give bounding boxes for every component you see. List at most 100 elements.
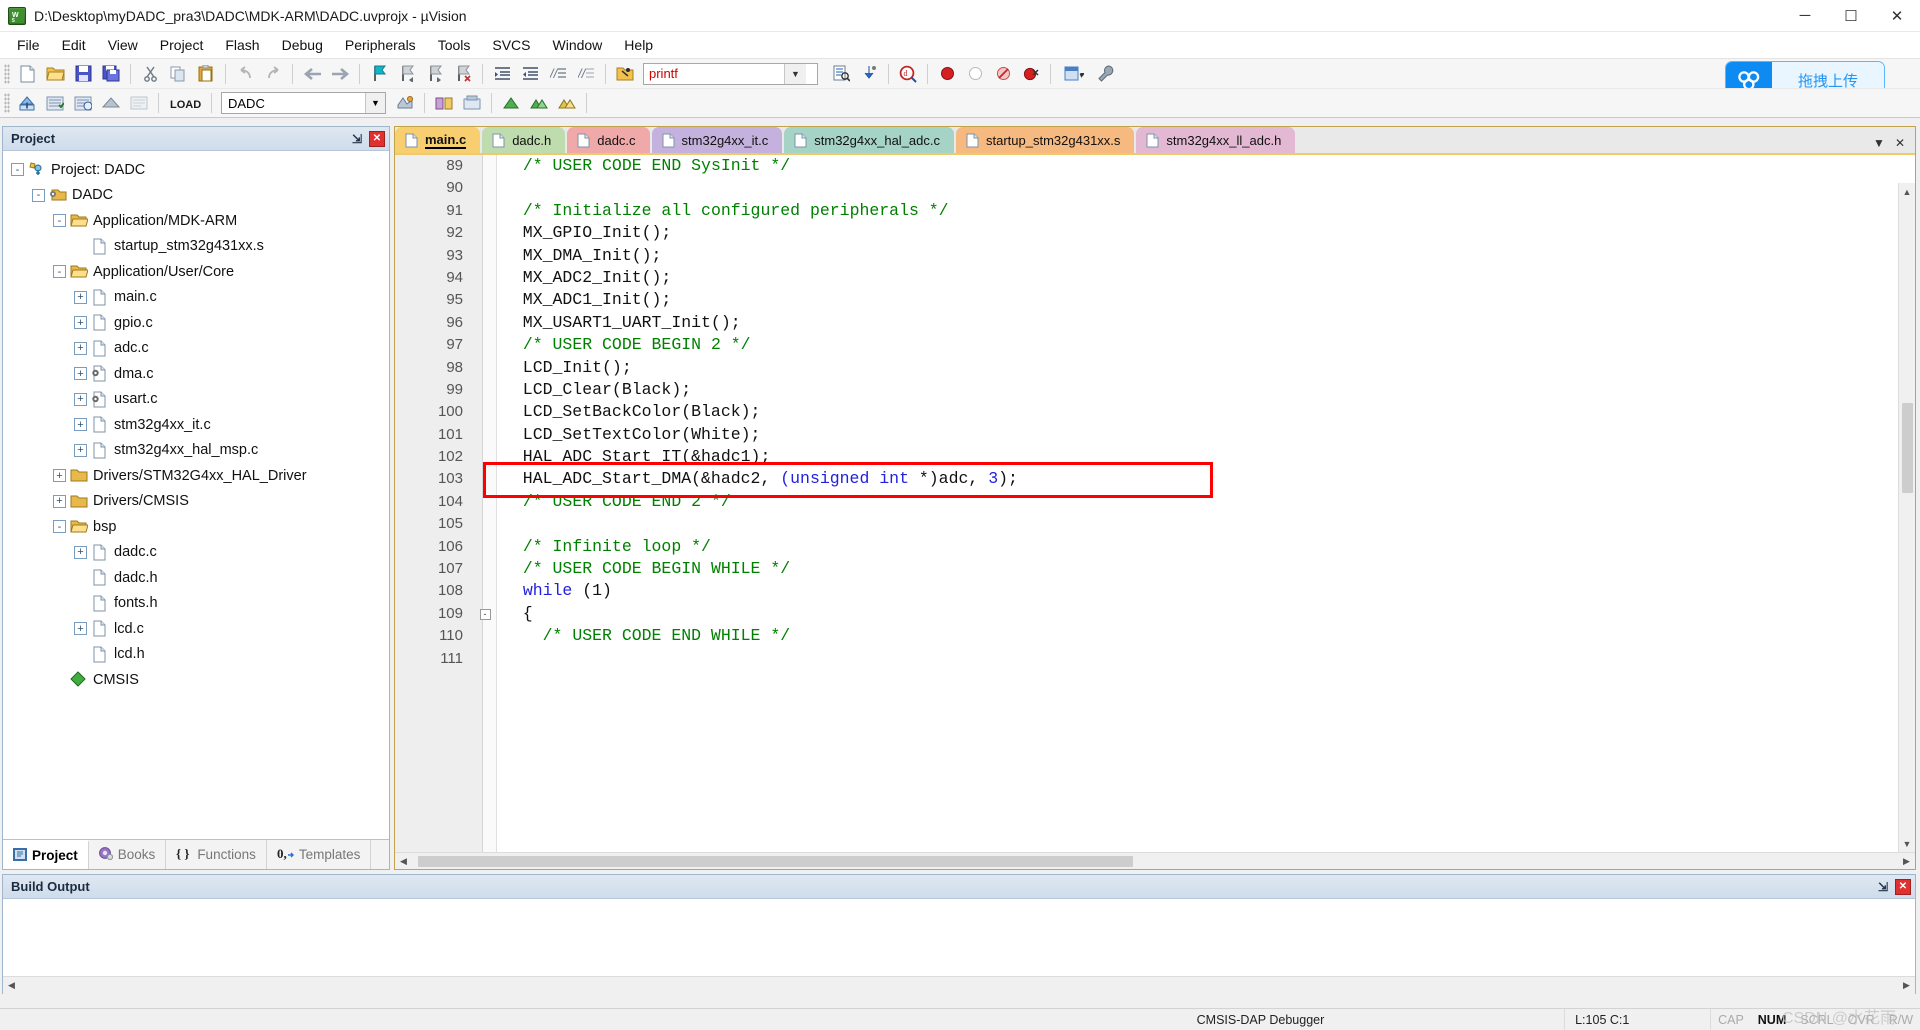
build-icon[interactable] [42,91,68,115]
debug-search-icon[interactable]: d [895,62,921,86]
editor-hscrollbar[interactable]: ◀ ▶ [395,852,1915,869]
code-line[interactable]: 98 LCD_Init(); [395,357,1915,379]
code-line[interactable]: 96 MX_USART1_UART_Init(); [395,312,1915,334]
target-dropdown-arrow[interactable]: ▼ [365,93,385,113]
add-group-icon[interactable] [498,91,524,115]
add-files-icon[interactable] [526,91,552,115]
expand-toggle-icon[interactable]: + [74,392,87,406]
comment-lines-icon[interactable]: // [545,62,571,86]
code-line[interactable]: 93 MX_DMA_Init(); [395,245,1915,267]
expand-toggle-icon[interactable]: + [74,341,87,355]
tree-item-project-dadc[interactable]: - Project: DADC [11,157,389,183]
batch-build-icon[interactable] [98,91,124,115]
expand-toggle-icon[interactable]: + [74,443,87,457]
cut-icon[interactable] [137,62,163,86]
pack-installer-icon[interactable] [459,91,485,115]
editor-tab-startup-stm32g431xx-s[interactable]: startup_stm32g431xx.s [956,127,1135,153]
menu-svcs[interactable]: SVCS [481,34,541,56]
tree-item-application-user-core[interactable]: - Application/User/Core [11,259,389,285]
indent-right-icon[interactable] [489,62,515,86]
menu-edit[interactable]: Edit [51,34,97,56]
tree-item-lcd-h[interactable]: lcd.h [11,642,389,668]
project-tree[interactable]: - Project: DADC - DADC - Application/MDK-ARM s… [3,151,389,839]
code-area[interactable]: 89 /* USER CODE END SysInit */ 90 91 /* In… [395,155,1915,869]
vscroll-down-arrow[interactable]: ▼ [1899,835,1915,852]
save-all-icon[interactable] [98,62,124,86]
tree-item-lcd-c[interactable]: + lcd.c [11,616,389,642]
build-scroll-right-arrow[interactable]: ▶ [1898,976,1915,994]
stop-build-icon[interactable] [126,91,152,115]
pin-icon[interactable]: ⇲ [349,131,365,147]
expand-toggle-icon[interactable]: + [74,545,87,559]
menu-help[interactable]: Help [613,34,664,56]
configure-icon[interactable] [1093,62,1119,86]
editor-tab-main-c[interactable]: main.c [395,127,481,153]
code-line[interactable]: 89 /* USER CODE END SysInit */ [395,155,1915,177]
find-combo[interactable]: ▼ [643,62,818,85]
code-line[interactable]: 104 /* USER CODE END 2 */ [395,491,1915,513]
code-lines[interactable]: 89 /* USER CODE END SysInit */ 90 91 /* In… [395,155,1915,852]
bookmark-next-icon[interactable] [422,62,448,86]
tree-item-adc-c[interactable]: + adc.c [11,336,389,362]
breakpoint-disable-icon[interactable] [962,62,988,86]
insert-snippet-icon[interactable] [856,62,882,86]
breakpoint-disable-all-icon[interactable] [990,62,1016,86]
tree-item-cmsis[interactable]: CMSIS [11,667,389,693]
expand-toggle-icon[interactable]: + [74,367,87,381]
tree-item-startup-stm32g431xx-s[interactable]: startup_stm32g431xx.s [11,234,389,260]
download-load-icon[interactable]: LOAD [165,91,205,115]
bookmark-clear-icon[interactable] [450,62,476,86]
menu-tools[interactable]: Tools [427,34,482,56]
find-dropdown-arrow[interactable]: ▼ [784,63,806,84]
hscroll-thumb[interactable] [418,855,1133,867]
tree-item-main-c[interactable]: + main.c [11,285,389,311]
tree-item-stm32g4xx-it-c[interactable]: + stm32g4xx_it.c [11,412,389,438]
code-line[interactable]: 90 [395,177,1915,199]
copy-icon[interactable] [165,62,191,86]
maximize-button[interactable]: ☐ [1828,0,1874,32]
build-hscrollbar[interactable]: ◀ ▶ [3,976,1915,994]
code-line[interactable]: 107 /* USER CODE BEGIN WHILE */ [395,558,1915,580]
expand-toggle-icon[interactable]: + [74,316,87,330]
code-line[interactable]: 92 MX_GPIO_Init(); [395,222,1915,244]
build-scroll-track[interactable] [20,976,1898,994]
indent-left-icon[interactable] [517,62,543,86]
close-button[interactable]: ✕ [1874,0,1920,32]
code-line[interactable]: 110 /* USER CODE END WHILE */ [395,625,1915,647]
find-in-files-icon[interactable] [612,62,638,86]
manage-components-icon[interactable] [554,91,580,115]
rebuild-icon[interactable] [70,91,96,115]
code-line[interactable]: 94 MX_ADC2_Init(); [395,267,1915,289]
minimize-button[interactable]: ─ [1782,0,1828,32]
toolbar-grip-2[interactable] [4,93,10,113]
expand-toggle-icon[interactable]: + [74,290,87,304]
navigate-back-icon[interactable] [299,62,325,86]
target-selector[interactable]: DADC ▼ [221,92,386,114]
menu-view[interactable]: View [97,34,149,56]
find-next-icon[interactable] [828,62,854,86]
menu-peripherals[interactable]: Peripherals [334,34,427,56]
bookmark-toggle-icon[interactable] [366,62,392,86]
code-line[interactable]: 102 HAL_ADC_Start_IT(&hadc1); [395,446,1915,468]
editor-tab-stm32g4xx-it-c[interactable]: stm32g4xx_it.c [651,127,783,153]
tab-functions[interactable]: { } Functions [166,840,267,869]
collapse-toggle-icon[interactable]: - [53,520,66,534]
build-close-icon[interactable]: ✕ [1895,878,1911,895]
collapse-toggle-icon[interactable]: - [53,265,66,279]
paste-icon[interactable] [193,62,219,86]
tab-books[interactable]: Books [89,840,167,869]
navigate-forward-icon[interactable] [327,62,353,86]
code-fold-toggle[interactable]: - [473,608,497,620]
expand-toggle-icon[interactable]: + [74,622,87,636]
tree-item-stm32g4xx-hal-msp-c[interactable]: + stm32g4xx_hal_msp.c [11,438,389,464]
editor-tab-dadc-h[interactable]: dadc.h [482,127,566,153]
build-scroll-left-arrow[interactable]: ◀ [3,976,20,994]
collapse-toggle-icon[interactable]: - [53,214,66,228]
code-line[interactable]: 105 [395,513,1915,535]
code-line[interactable]: 101 LCD_SetTextColor(White); [395,424,1915,446]
hscroll-right-arrow[interactable]: ▶ [1898,852,1915,869]
tree-item-application-mdk-arm[interactable]: - Application/MDK-ARM [11,208,389,234]
bookmark-prev-icon[interactable] [394,62,420,86]
hscroll-left-arrow[interactable]: ◀ [395,852,412,869]
code-line[interactable]: 108 while (1) [395,580,1915,602]
